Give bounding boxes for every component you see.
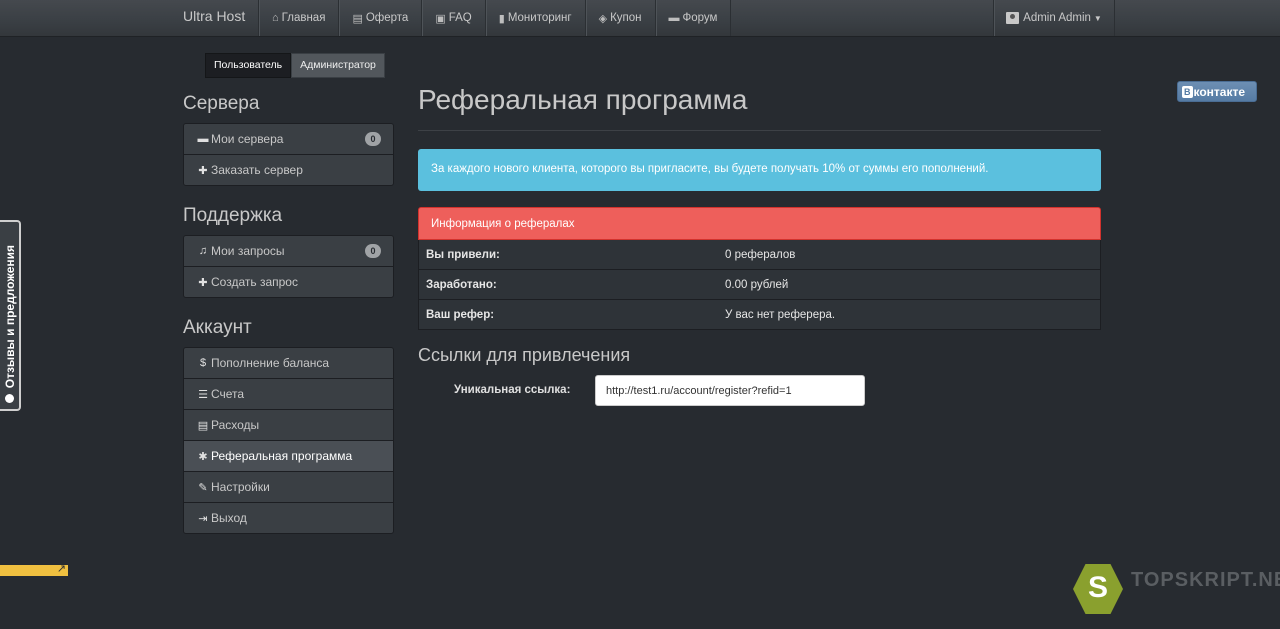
info-alert: За каждого нового клиента, которого вы п…: [418, 149, 1101, 191]
role-toggle: Пользователь Администратор: [205, 53, 385, 78]
nav-label: Купон: [610, 12, 642, 24]
unique-link-field[interactable]: [595, 375, 865, 406]
document-icon: ▤: [352, 12, 363, 25]
role-user-button[interactable]: Пользователь: [205, 53, 292, 78]
count-badge: 0: [365, 132, 381, 146]
user-menu[interactable]: Admin Admin ▼: [993, 0, 1115, 36]
sidebar-item-label: Счета: [211, 387, 245, 401]
table-row: Ваш рефер: У вас нет реферера.: [418, 300, 1101, 330]
nav-label: Оферта: [365, 12, 409, 24]
nav-monitoring[interactable]: ▮ Мониторинг: [486, 0, 586, 36]
vk-label: контакте: [1193, 84, 1246, 99]
sidebar-item-expenses[interactable]: ▤ Расходы: [183, 409, 394, 441]
caret-down-icon: ▼: [1093, 13, 1102, 23]
role-admin-button[interactable]: Администратор: [291, 53, 385, 78]
sidebar-item-invoices[interactable]: ☰ Счета: [183, 378, 394, 410]
page-title: Реферальная программа: [418, 84, 748, 115]
title-divider: [418, 130, 1101, 131]
home-icon: ⌂: [272, 12, 279, 24]
tag-icon: ◈: [598, 12, 608, 25]
nav-label: Главная: [281, 12, 326, 24]
row-key: Заработано:: [426, 278, 497, 291]
nav-label: FAQ: [448, 12, 472, 24]
referral-info-panel: Информация о рефералах Вы привели: 0 рефе…: [418, 207, 1101, 330]
sidebar-item-my-servers[interactable]: ▬ Мои сервера 0: [183, 123, 394, 155]
sidebar-item-order-server[interactable]: ✚ Заказать сервер: [183, 154, 394, 186]
row-key: Ваш рефер:: [426, 308, 495, 321]
plus-icon: ✚: [198, 164, 208, 177]
sidebar-item-label: Мои сервера: [211, 132, 284, 146]
row-key: Вы привели:: [426, 248, 500, 261]
nav-coupon[interactable]: ◈ Купон: [586, 0, 656, 36]
table-row: Вы привели: 0 рефералов: [418, 240, 1101, 270]
feedback-icon: [5, 394, 14, 403]
main-nav: ⌂ Главная ▤ Оферта ▣ FAQ ▮ Мониторинг ◈ Купон…: [258, 0, 732, 36]
servers-heading: Сервера: [183, 93, 260, 114]
sidebar-item-top-up[interactable]: $ Пополнение баланса: [183, 347, 394, 379]
sidebar-item-label: Пополнение баланса: [211, 356, 330, 370]
row-value: 0.00 рублей: [725, 278, 789, 291]
comment-icon: ▬: [668, 12, 680, 24]
sidebar-item-label: Расходы: [211, 418, 260, 432]
sidebar-item-label: Выход: [211, 511, 247, 525]
table-icon: ▤: [197, 419, 209, 432]
arrow-icon: ↗: [56, 563, 66, 575]
sidebar-item-label: Мои запросы: [211, 244, 285, 258]
watermark-letter: S: [1087, 571, 1108, 604]
sidebar-item-label: Создать запрос: [211, 275, 298, 289]
sidebar-item-settings[interactable]: ✎ Настройки: [183, 471, 394, 503]
links-heading: Ссылки для привлечения: [418, 345, 631, 365]
mini-widget-bar[interactable]: ↗: [0, 563, 68, 576]
sidebar-item-logout[interactable]: ⇥ Выход: [183, 502, 394, 534]
feedback-label: Отзывы и предложения: [2, 244, 17, 388]
account-heading: Аккаунт: [183, 317, 252, 338]
sidebar-item-label: Настройки: [211, 480, 270, 494]
vk-logo-icon: В: [1182, 85, 1193, 98]
sidebar-item-referral[interactable]: ✱ Реферальная программа: [183, 440, 394, 472]
nav-label: Форум: [682, 12, 718, 24]
bar-chart-icon: ▮: [498, 12, 505, 25]
nav-home[interactable]: ⌂ Главная: [259, 0, 340, 36]
brand-logo[interactable]: Ultra Host: [183, 0, 245, 36]
list-icon: ☰: [198, 388, 208, 401]
panel-heading: Информация о рефералах: [418, 207, 1101, 240]
support-menu: ♫ Мои запросы 0 ✚ Создать запрос: [183, 235, 394, 298]
nav-label: Мониторинг: [507, 12, 572, 24]
sidebar-item-label: Реферальная программа: [211, 449, 353, 463]
row-value: 0 рефералов: [725, 248, 796, 261]
feedback-tab[interactable]: Отзывы и предложения: [0, 220, 21, 411]
table-row: Заработано: 0.00 рублей: [418, 270, 1101, 300]
unique-link-label: Уникальная ссылка:: [454, 384, 571, 396]
user-avatar-icon: [1006, 12, 1020, 24]
support-heading: Поддержка: [183, 205, 283, 226]
sidebar-item-create-ticket[interactable]: ✚ Создать запрос: [183, 266, 394, 298]
vkontakte-button[interactable]: В контакте: [1177, 81, 1257, 102]
watermark-logo: S TOPSKRIPT.NET: [1073, 563, 1280, 615]
headphones-icon: ♫: [198, 245, 208, 257]
nav-faq[interactable]: ▣ FAQ: [422, 0, 486, 36]
row-value: У вас нет реферера.: [725, 308, 836, 321]
user-name: Admin Admin: [1023, 12, 1091, 24]
servers-menu: ▬ Мои сервера 0 ✚ Заказать сервер: [183, 123, 394, 186]
wrench-icon: ✎: [198, 481, 208, 494]
server-icon: ▬: [197, 133, 209, 145]
account-menu: $ Пополнение баланса ☰ Счета ▤ Расходы ✱ Реф…: [183, 347, 394, 534]
plus-icon: ✚: [198, 276, 208, 289]
logout-icon: ⇥: [198, 512, 208, 525]
sidebar-item-my-tickets[interactable]: ♫ Мои запросы 0: [183, 235, 394, 267]
watermark-text: TOPSKRIPT.NET: [1131, 569, 1280, 591]
asterisk-icon: ✱: [198, 450, 208, 463]
dollar-icon: $: [199, 357, 207, 369]
nav-offer[interactable]: ▤ Оферта: [339, 0, 423, 36]
nav-forum[interactable]: ▬ Форум: [656, 0, 732, 36]
sidebar-item-label: Заказать сервер: [211, 163, 303, 177]
count-badge: 0: [365, 244, 381, 258]
book-icon: ▣: [435, 12, 446, 25]
top-navbar: Ultra Host ⌂ Главная ▤ Оферта ▣ FAQ ▮ Монито…: [0, 0, 1280, 37]
